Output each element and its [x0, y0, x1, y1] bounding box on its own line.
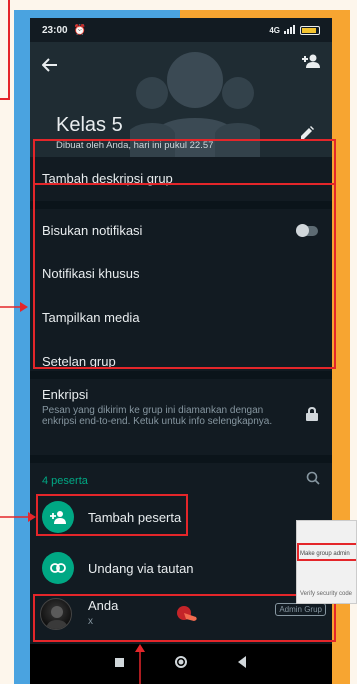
participant-count: 4 peserta	[42, 475, 88, 487]
section-divider	[30, 455, 332, 463]
verify-code-option[interactable]: Verify security code	[300, 591, 352, 597]
status-bar: 23:00 ⏰ 4G	[30, 18, 332, 42]
status-time: 23:00	[42, 24, 68, 36]
system-nav-bar	[30, 644, 332, 684]
highlight-description-box	[33, 139, 336, 185]
group-name: Kelas 5	[56, 114, 123, 136]
lock-icon	[306, 406, 318, 426]
home-icon[interactable]	[174, 655, 188, 674]
alarm-icon: ⏰	[73, 24, 87, 36]
encryption-title: Enkripsi	[42, 387, 89, 402]
back-arrow-icon[interactable]	[41, 56, 58, 77]
add-person-icon[interactable]	[302, 54, 320, 73]
section-divider	[30, 371, 332, 379]
encryption-section[interactable]: Enkripsi Pesan yang dikirim ke grup ini …	[30, 379, 332, 455]
arrow-add-participant-icon	[0, 512, 36, 522]
battery-icon	[300, 25, 320, 35]
arrow-member-icon	[135, 644, 145, 684]
annotation-corner-box	[0, 0, 10, 100]
highlight-add-participant-box	[36, 494, 188, 536]
search-icon[interactable]	[306, 471, 320, 490]
context-menu-popup: Make group admin Verify security code	[296, 520, 357, 604]
encryption-description: Pesan yang dikirim ke grup ini diamankan…	[42, 405, 273, 427]
invite-link-button[interactable]: Undang via tautan	[88, 561, 194, 576]
network-label: 4G	[269, 25, 280, 35]
back-nav-icon[interactable]	[237, 655, 247, 673]
arrow-settings-icon	[0, 302, 28, 312]
recent-apps-icon[interactable]	[114, 655, 125, 673]
link-icon	[42, 552, 74, 584]
signal-icon	[284, 24, 296, 36]
highlight-settings-box	[33, 183, 336, 369]
highlight-member-box	[33, 594, 336, 642]
make-admin-option[interactable]: Make group admin	[300, 551, 350, 557]
